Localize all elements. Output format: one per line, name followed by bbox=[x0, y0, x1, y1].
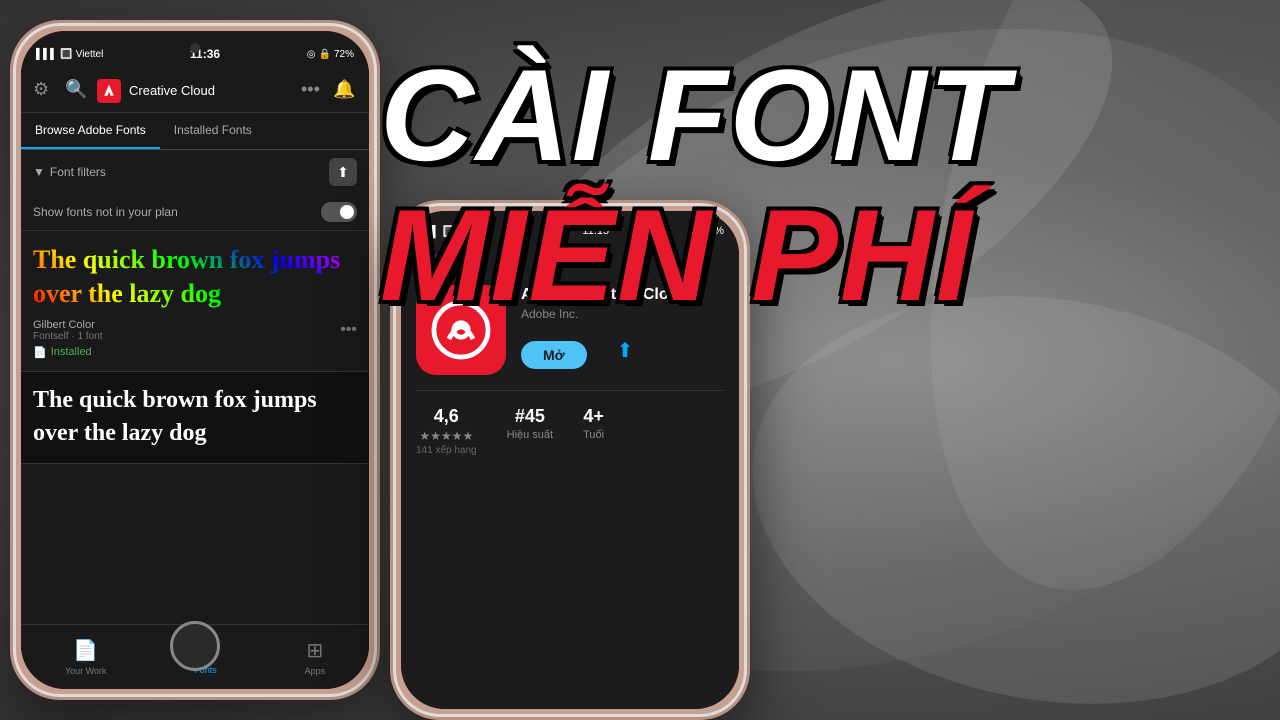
font-card-colorful: The quick brown fox jumps over the lazy … bbox=[21, 231, 369, 372]
cc-header: ⚙ 🔍 Creative Cloud ••• 🔔 bbox=[21, 69, 369, 113]
share-button[interactable]: ⬆ bbox=[617, 338, 634, 363]
filter-text: Font filters bbox=[50, 165, 106, 179]
title-overlay: CÀI FONT MIỄN PHÍ bbox=[380, 50, 1010, 320]
cc-title: Creative Cloud bbox=[129, 83, 293, 98]
apps-icon: ⊞ bbox=[306, 638, 323, 663]
rating-score: 4,6 ★★★★★ 141 xếp hạng bbox=[416, 406, 477, 456]
ratings-row: 4,6 ★★★★★ 141 xếp hạng #45 Hiệu suất 4+ … bbox=[416, 390, 724, 456]
more-icon[interactable]: ••• bbox=[301, 79, 325, 103]
font-card-white: The quick brown fox jumps over the lazy … bbox=[21, 372, 369, 464]
rank-label: Hiệu suất bbox=[507, 429, 553, 441]
signal-icon: ▌▌▌ bbox=[36, 49, 57, 60]
location-icon: ◎ bbox=[307, 49, 316, 60]
rating-rank: #45 Hiệu suất bbox=[507, 406, 553, 456]
font-meta-1: ••• Gilbert Color Fontself · 1 font 📄 In… bbox=[33, 319, 357, 359]
phone-left-camera bbox=[190, 43, 200, 53]
your-work-icon: 📄 bbox=[73, 638, 98, 663]
toggle-label: Show fonts not in your plan bbox=[33, 205, 178, 219]
cc-filter-bar: ▼ Font filters ⬆ bbox=[21, 150, 369, 194]
font-preview-2: The quick brown fox jumps over the lazy … bbox=[33, 384, 357, 451]
cc-tabs: Browse Adobe Fonts Installed Fonts bbox=[21, 113, 369, 150]
bell-icon[interactable]: 🔔 bbox=[333, 79, 357, 103]
font-installed-badge: 📄 Installed bbox=[33, 346, 357, 359]
filter-icon: ▼ bbox=[33, 165, 45, 179]
search-icon[interactable]: 🔍 bbox=[65, 79, 89, 103]
phone-left-frame: ▌▌▌ 🔳 Viettel 11:36 ◎ 🔒 72% ⚙ 🔍 bbox=[10, 20, 380, 700]
open-button[interactable]: Mở bbox=[521, 341, 587, 369]
wifi-icon: 🔳 bbox=[60, 49, 72, 60]
filter-label: ▼ Font filters bbox=[33, 165, 106, 179]
installed-label: Installed bbox=[51, 346, 92, 358]
title-line1: CÀI FONT bbox=[380, 50, 1010, 180]
status-carrier-left: ▌▌▌ 🔳 Viettel bbox=[36, 49, 103, 60]
rating-age: 4+ Tuổi bbox=[583, 406, 604, 456]
phone-left-screen: ▌▌▌ 🔳 Viettel 11:36 ◎ 🔒 72% ⚙ 🔍 bbox=[21, 31, 369, 689]
filter-button[interactable]: ⬆ bbox=[329, 158, 357, 186]
nav-apps[interactable]: ⊞ Apps bbox=[305, 638, 326, 676]
your-work-label: Your Work bbox=[65, 666, 107, 676]
status-right-left: ◎ 🔒 72% bbox=[307, 49, 354, 60]
carrier-label: Viettel bbox=[76, 49, 104, 60]
gear-icon[interactable]: ⚙ bbox=[33, 79, 57, 103]
adobe-logo bbox=[97, 79, 121, 103]
nav-your-work[interactable]: 📄 Your Work bbox=[65, 638, 107, 676]
age-label: Tuổi bbox=[583, 429, 604, 441]
cc-app-screen: ▌▌▌ 🔳 Viettel 11:36 ◎ 🔒 72% ⚙ 🔍 bbox=[21, 31, 369, 689]
age-value: 4+ bbox=[583, 406, 604, 427]
plan-toggle[interactable] bbox=[321, 202, 357, 222]
appstore-content: Adobe Creative Cloud Adobe Inc. Mở ⬆ 4,6 bbox=[401, 275, 739, 709]
battery-label: 72% bbox=[334, 49, 354, 60]
tab-browse-fonts[interactable]: Browse Adobe Fonts bbox=[21, 113, 160, 149]
battery-icon: 🔒 bbox=[319, 49, 331, 60]
installed-icon: 📄 bbox=[33, 346, 47, 359]
stars: ★★★★★ bbox=[419, 429, 473, 443]
font-preview-1: The quick brown fox jumps over the lazy … bbox=[33, 243, 357, 311]
font-creator-1: Fontself · 1 font bbox=[33, 331, 357, 342]
phone-left-home[interactable] bbox=[170, 621, 220, 671]
rank-value: #45 bbox=[515, 406, 545, 427]
font-dots-1[interactable]: ••• bbox=[340, 321, 357, 339]
rating-count: 141 xếp hạng bbox=[416, 445, 477, 456]
title-line2: MIỄN PHÍ bbox=[380, 190, 1010, 320]
tab-installed-fonts[interactable]: Installed Fonts bbox=[160, 113, 266, 149]
cc-toggle-row: Show fonts not in your plan bbox=[21, 194, 369, 231]
font-name-1: Gilbert Color bbox=[33, 319, 357, 331]
apps-label: Apps bbox=[305, 666, 326, 676]
phone-left: ▌▌▌ 🔳 Viettel 11:36 ◎ 🔒 72% ⚙ 🔍 bbox=[10, 20, 380, 700]
score-value: 4,6 bbox=[434, 406, 459, 427]
